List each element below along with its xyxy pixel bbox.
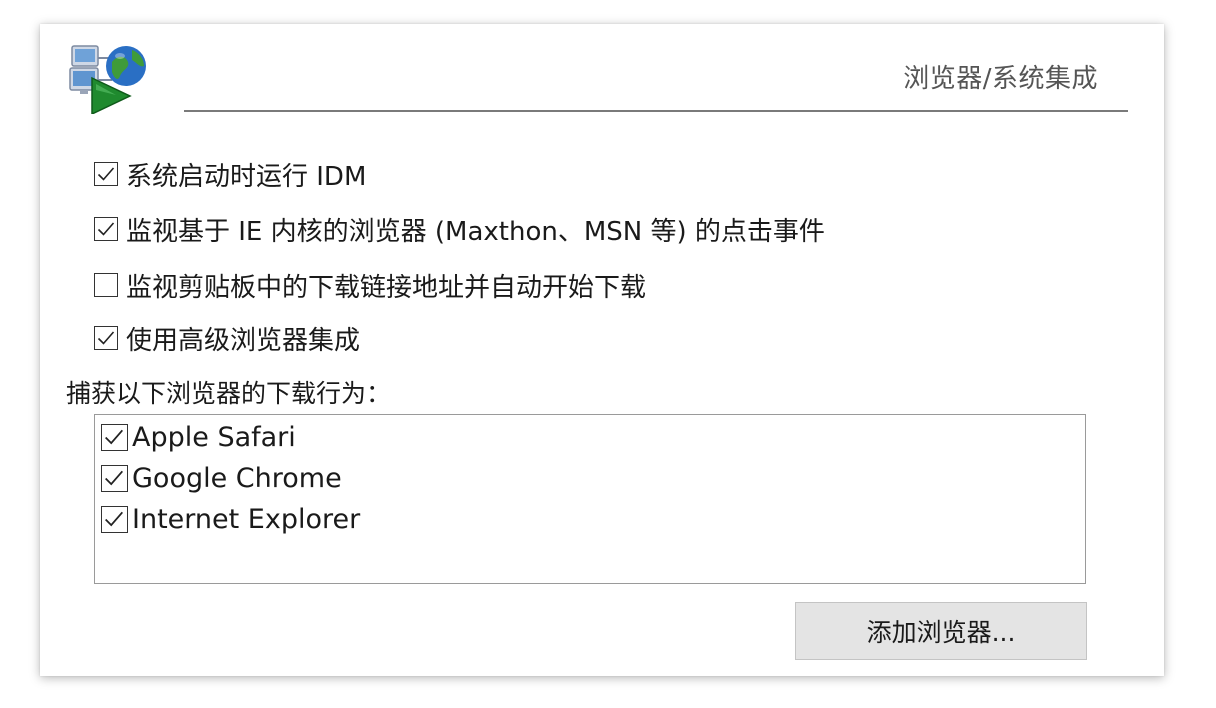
checkbox-internet-explorer[interactable] [101,505,128,533]
browser-label: Google Chrome [132,462,342,494]
check-icon [105,429,124,444]
browser-list[interactable]: Apple Safari Google Chrome Internet Expl… [94,414,1086,584]
checkbox-monitor-ie-clicks[interactable] [94,217,118,241]
option-label: 监视剪贴板中的下载链接地址并自动开始下载 [126,272,647,303]
settings-panel: 浏览器/系统集成 系统启动时运行 IDM 监视基于 IE 内核的浏览器 (Max… [40,24,1164,676]
section-title: 浏览器/系统集成 [903,64,1098,94]
browser-label: Internet Explorer [132,503,361,535]
checkbox-advanced-integration[interactable] [94,326,118,350]
check-icon [105,470,124,485]
check-icon [105,511,124,526]
checkbox-monitor-clipboard[interactable] [94,273,118,297]
idm-logo-icon [68,40,148,116]
checkbox-apple-safari[interactable] [101,423,128,451]
option-label: 监视基于 IE 内核的浏览器 (Maxthon、MSN 等) 的点击事件 [126,216,825,247]
check-icon [97,222,115,236]
option-label: 系统启动时运行 IDM [126,161,367,192]
option-monitor-clipboard[interactable]: 监视剪贴板中的下载链接地址并自动开始下载 [94,270,646,303]
option-monitor-ie-clicks[interactable]: 监视基于 IE 内核的浏览器 (Maxthon、MSN 等) 的点击事件 [94,214,825,247]
list-item-google-chrome[interactable]: Google Chrome [101,462,342,494]
checkbox-run-on-startup[interactable] [94,162,118,186]
list-item-apple-safari[interactable]: Apple Safari [101,421,296,453]
add-browser-button[interactable]: 添加浏览器... [795,602,1087,660]
list-item-internet-explorer[interactable]: Internet Explorer [101,503,360,535]
check-icon [97,167,115,181]
option-label: 使用高级浏览器集成 [126,325,361,356]
checkbox-google-chrome[interactable] [101,464,128,492]
option-run-on-startup[interactable]: 系统启动时运行 IDM [94,159,366,192]
title-divider [184,110,1128,112]
capture-browsers-label: 捕获以下浏览器的下载行为： [66,379,392,408]
browser-label: Apple Safari [132,421,296,453]
option-advanced-integration[interactable]: 使用高级浏览器集成 [94,323,360,356]
check-icon [97,331,115,345]
